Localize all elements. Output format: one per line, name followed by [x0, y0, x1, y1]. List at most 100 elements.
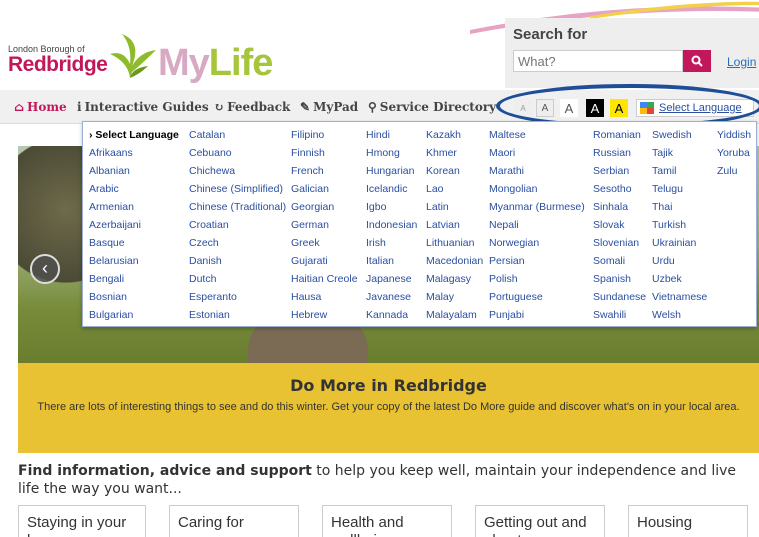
- language-option[interactable]: Maltese: [489, 126, 585, 144]
- language-option[interactable]: Malayalam: [426, 306, 483, 324]
- language-option[interactable]: Bulgarian: [89, 306, 179, 324]
- language-option[interactable]: Javanese: [366, 288, 417, 306]
- language-option[interactable]: Portuguese: [489, 288, 585, 306]
- language-option[interactable]: Nepali: [489, 216, 585, 234]
- language-option[interactable]: Chinese (Simplified): [189, 180, 286, 198]
- language-option[interactable]: Icelandic: [366, 180, 417, 198]
- language-option[interactable]: Belarusian: [89, 252, 179, 270]
- tile-staying-home[interactable]: Staying in your home: [18, 505, 146, 537]
- language-option[interactable]: Tajik: [652, 144, 707, 162]
- language-option[interactable]: Maori: [489, 144, 585, 162]
- tile-getting-out[interactable]: Getting out and about: [475, 505, 605, 537]
- tile-health[interactable]: Health and wellbeing: [322, 505, 452, 537]
- language-option[interactable]: Gujarati: [291, 252, 358, 270]
- language-option[interactable]: Latvian: [426, 216, 483, 234]
- language-option[interactable]: Irish: [366, 234, 417, 252]
- language-option[interactable]: Russian: [593, 144, 646, 162]
- language-option[interactable]: Spanish: [593, 270, 646, 288]
- language-option[interactable]: Persian: [489, 252, 585, 270]
- language-option[interactable]: Japanese: [366, 270, 417, 288]
- language-option[interactable]: Welsh: [652, 306, 707, 324]
- language-option[interactable]: Haitian Creole: [291, 270, 358, 288]
- language-option[interactable]: Turkish: [652, 216, 707, 234]
- language-option[interactable]: Arabic: [89, 180, 179, 198]
- language-option[interactable]: Cebuano: [189, 144, 286, 162]
- language-option[interactable]: Malay: [426, 288, 483, 306]
- language-option[interactable]: Yoruba: [717, 144, 751, 162]
- language-option[interactable]: Basque: [89, 234, 179, 252]
- language-option[interactable]: Kannada: [366, 306, 417, 324]
- language-option[interactable]: Telugu: [652, 180, 707, 198]
- login-link[interactable]: Login: [727, 55, 756, 69]
- nav-service-directory[interactable]: ⚲ Service Directory: [368, 100, 496, 114]
- language-option[interactable]: Khmer: [426, 144, 483, 162]
- language-option[interactable]: Sinhala: [593, 198, 646, 216]
- language-option[interactable]: Swahili: [593, 306, 646, 324]
- language-option[interactable]: Lithuanian: [426, 234, 483, 252]
- language-option[interactable]: Filipino: [291, 126, 358, 144]
- language-option[interactable]: Kazakh: [426, 126, 483, 144]
- language-option[interactable]: Finnish: [291, 144, 358, 162]
- language-option[interactable]: Tamil: [652, 162, 707, 180]
- language-option[interactable]: Croatian: [189, 216, 286, 234]
- language-option[interactable]: Urdu: [652, 252, 707, 270]
- language-option[interactable]: Sesotho: [593, 180, 646, 198]
- language-option[interactable]: Czech: [189, 234, 286, 252]
- language-option[interactable]: Igbo: [366, 198, 417, 216]
- search-button[interactable]: [683, 50, 711, 72]
- language-option[interactable]: Chinese (Traditional): [189, 198, 286, 216]
- language-option[interactable]: Hindi: [366, 126, 417, 144]
- language-option[interactable]: Indonesian: [366, 216, 417, 234]
- site-logo[interactable]: London Borough of Redbridge MyLife: [8, 30, 273, 90]
- language-option[interactable]: Norwegian: [489, 234, 585, 252]
- nav-feedback[interactable]: ↻ Feedback: [214, 100, 290, 114]
- language-option[interactable]: Hausa: [291, 288, 358, 306]
- language-option[interactable]: Catalan: [189, 126, 286, 144]
- language-option[interactable]: Punjabi: [489, 306, 585, 324]
- language-option[interactable]: German: [291, 216, 358, 234]
- language-option[interactable]: Vietnamese: [652, 288, 707, 306]
- language-option[interactable]: Malagasy: [426, 270, 483, 288]
- hero-title[interactable]: Do More in Redbridge: [18, 376, 759, 395]
- tile-caring[interactable]: Caring for someone: [169, 505, 299, 537]
- language-option[interactable]: Chichewa: [189, 162, 286, 180]
- language-option[interactable]: Esperanto: [189, 288, 286, 306]
- nav-interactive-guides[interactable]: i Interactive Guides: [77, 100, 209, 114]
- language-option[interactable]: Serbian: [593, 162, 646, 180]
- tile-housing[interactable]: Housing: [628, 505, 748, 537]
- language-option[interactable]: Galician: [291, 180, 358, 198]
- language-option[interactable]: Georgian: [291, 198, 358, 216]
- language-option[interactable]: › Select Language: [89, 126, 179, 144]
- language-option[interactable]: Myanmar (Burmese): [489, 198, 585, 216]
- language-option[interactable]: Hmong: [366, 144, 417, 162]
- language-option[interactable]: Bosnian: [89, 288, 179, 306]
- search-input[interactable]: [513, 50, 683, 72]
- language-option[interactable]: Somali: [593, 252, 646, 270]
- language-option[interactable]: Hebrew: [291, 306, 358, 324]
- nav-mypad[interactable]: ✎ MyPad: [300, 100, 358, 114]
- language-option[interactable]: Macedonian: [426, 252, 483, 270]
- language-option[interactable]: Romanian: [593, 126, 646, 144]
- language-option[interactable]: Azerbaijani: [89, 216, 179, 234]
- language-option[interactable]: Bengali: [89, 270, 179, 288]
- language-option[interactable]: Estonian: [189, 306, 286, 324]
- carousel-prev-button[interactable]: ‹: [30, 254, 60, 284]
- language-option[interactable]: Zulu: [717, 162, 751, 180]
- language-option[interactable]: Hungarian: [366, 162, 417, 180]
- language-option[interactable]: French: [291, 162, 358, 180]
- language-option[interactable]: Marathi: [489, 162, 585, 180]
- language-option[interactable]: Ukrainian: [652, 234, 707, 252]
- language-option[interactable]: Latin: [426, 198, 483, 216]
- language-option[interactable]: Thai: [652, 198, 707, 216]
- language-option[interactable]: Sundanese: [593, 288, 646, 306]
- language-option[interactable]: Dutch: [189, 270, 286, 288]
- language-option[interactable]: Polish: [489, 270, 585, 288]
- language-option[interactable]: Slovenian: [593, 234, 646, 252]
- language-option[interactable]: Slovak: [593, 216, 646, 234]
- language-option[interactable]: Armenian: [89, 198, 179, 216]
- language-option[interactable]: Greek: [291, 234, 358, 252]
- language-option[interactable]: Korean: [426, 162, 483, 180]
- language-option[interactable]: Afrikaans: [89, 144, 179, 162]
- language-option[interactable]: Italian: [366, 252, 417, 270]
- nav-home[interactable]: ⌂ Home: [14, 100, 67, 114]
